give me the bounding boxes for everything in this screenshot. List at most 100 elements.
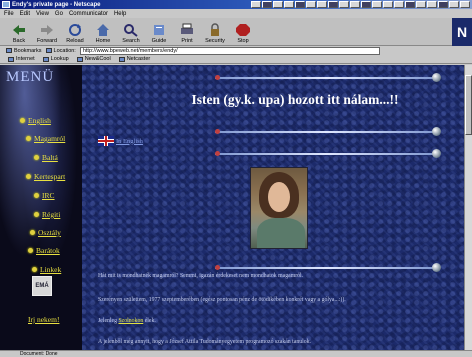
vertical-scrollbar[interactable] — [464, 65, 472, 350]
write-to-me-link[interactable]: Irj nekem! — [28, 315, 59, 324]
sidebar-item-label[interactable]: IRC — [42, 191, 55, 200]
location-icon — [45, 48, 52, 53]
bullet-icon — [30, 230, 35, 235]
sidebar-item-label[interactable]: Kertespart — [34, 172, 65, 181]
task-icon[interactable] — [339, 1, 349, 8]
divider-line — [215, 263, 441, 272]
sidebar-item-label[interactable]: Régiti — [42, 210, 60, 219]
personal-link-label: Lookup — [50, 56, 69, 62]
taskbar-strip — [251, 1, 472, 8]
search-button[interactable]: Search — [118, 18, 144, 45]
task-icon[interactable] — [438, 1, 448, 8]
personal-toolbar: Internet Lookup New&Cool Netcaster — [0, 55, 472, 64]
reload-button[interactable]: Reload — [62, 18, 88, 45]
divider-dot — [215, 265, 220, 270]
divider-dot — [215, 75, 220, 80]
guide-button[interactable]: Guide — [146, 18, 172, 45]
uk-flag-icon[interactable] — [98, 136, 114, 146]
sidebar-item-linkek[interactable]: Linkek — [32, 265, 82, 274]
sidebar-item-label[interactable]: Linkek — [40, 265, 61, 274]
sidebar-item-kertespart[interactable]: Kertespart — [26, 172, 82, 181]
security-button[interactable]: Security — [202, 18, 228, 45]
in-english-link[interactable]: In English — [116, 138, 143, 145]
location-bar: Bookmarks Location: http://www.bpeweb.ne… — [0, 46, 472, 55]
back-button[interactable]: Back — [6, 18, 32, 45]
task-icon[interactable] — [306, 1, 316, 8]
menu-help[interactable]: Help — [114, 11, 126, 17]
sidebar-item-label[interactable]: Barátok — [36, 246, 60, 255]
task-icon[interactable] — [427, 1, 437, 8]
menu-file[interactable]: File — [4, 11, 14, 17]
print-button[interactable]: Print — [174, 18, 200, 45]
netscape-logo[interactable]: N — [452, 18, 472, 46]
intro-paragraph-4: A jelenből még annyit, hogy a József Att… — [98, 339, 311, 345]
menu-view[interactable]: View — [36, 11, 49, 17]
intro-paragraph-2: Szerényen születtem, 1977 szeptemberében… — [98, 297, 346, 303]
status-bar: Document: Done — [0, 350, 472, 357]
personal-link-internet[interactable]: Internet — [8, 56, 35, 62]
task-icon[interactable] — [350, 1, 360, 8]
sidebar-item-magamrol[interactable]: Magamról — [26, 134, 82, 143]
divider-line — [215, 149, 441, 158]
szolnok-link[interactable]: Szolnokon — [118, 318, 143, 324]
location-label: Location: — [53, 47, 76, 54]
task-icon[interactable] — [317, 1, 327, 8]
emblem-logo[interactable]: EMÁ — [32, 276, 52, 296]
reload-icon — [69, 24, 81, 36]
task-icon[interactable] — [372, 1, 382, 8]
task-icon[interactable] — [394, 1, 404, 8]
divider-line — [215, 73, 441, 82]
bookmark-icon — [6, 48, 12, 53]
sidebar-item-baratok[interactable]: Barátok — [28, 246, 82, 255]
sidebar-item-label[interactable]: Osztály — [38, 228, 61, 237]
task-icon[interactable] — [273, 1, 283, 8]
chrome-ball-icon — [432, 73, 441, 82]
personal-link-newcool[interactable]: New&Cool — [76, 56, 111, 62]
lock-icon — [211, 23, 219, 36]
sidebar-item-label[interactable]: Baltá — [42, 153, 58, 162]
window-title: Endy's private page - Netscape — [12, 1, 101, 8]
stop-button[interactable]: Stop — [230, 18, 256, 45]
guide-label: Guide — [151, 38, 167, 44]
menu-bar: File Edit View Go Communicator Help — [0, 9, 472, 18]
task-icon[interactable] — [251, 1, 261, 8]
menu-go[interactable]: Go — [55, 11, 63, 17]
divider-dot — [215, 151, 220, 156]
personal-link-lookup[interactable]: Lookup — [42, 56, 69, 62]
stop-label: Stop — [237, 38, 249, 44]
sidebar-item-english[interactable]: English — [20, 116, 80, 125]
task-icon[interactable] — [460, 1, 470, 8]
sidebar-item-balta[interactable]: Baltá — [34, 153, 82, 162]
sidebar-item-label[interactable]: English — [28, 116, 51, 125]
task-icon[interactable] — [262, 1, 272, 8]
sidebar-item-label[interactable]: Magamról — [34, 134, 65, 143]
task-icon[interactable] — [449, 1, 459, 8]
guide-icon — [154, 25, 164, 35]
menu-communicator[interactable]: Communicator — [69, 11, 108, 17]
task-icon[interactable] — [295, 1, 305, 8]
status-text: Document: Done — [20, 351, 58, 357]
task-icon[interactable] — [416, 1, 426, 8]
photo-face — [268, 182, 290, 212]
task-icon[interactable] — [328, 1, 338, 8]
personal-link-netcaster[interactable]: Netcaster — [118, 56, 150, 62]
forward-button[interactable]: Forward — [34, 18, 60, 45]
bookmarks-button[interactable]: Bookmarks — [6, 48, 42, 54]
search-icon — [124, 24, 138, 37]
task-icon[interactable] — [405, 1, 415, 8]
chrome-ball-icon — [432, 263, 441, 272]
task-icon[interactable] — [284, 1, 294, 8]
menu-edit[interactable]: Edit — [20, 11, 30, 17]
security-label: Security — [205, 38, 225, 44]
sidebar-item-regiti[interactable]: Régiti — [34, 210, 82, 219]
task-icon[interactable] — [383, 1, 393, 8]
url-field[interactable]: http://www.bpeweb.net/members/endy/ — [79, 46, 380, 55]
folder-icon — [42, 56, 49, 62]
sidebar-item-irc[interactable]: IRC — [34, 191, 82, 200]
paragraph-3-suffix: élek. — [144, 318, 156, 324]
language-switch[interactable]: In English — [98, 136, 143, 146]
scrollbar-thumb[interactable] — [465, 75, 472, 135]
task-icon[interactable] — [361, 1, 371, 8]
sidebar-item-osztaly[interactable]: Osztály — [30, 228, 82, 237]
home-button[interactable]: Home — [90, 18, 116, 45]
